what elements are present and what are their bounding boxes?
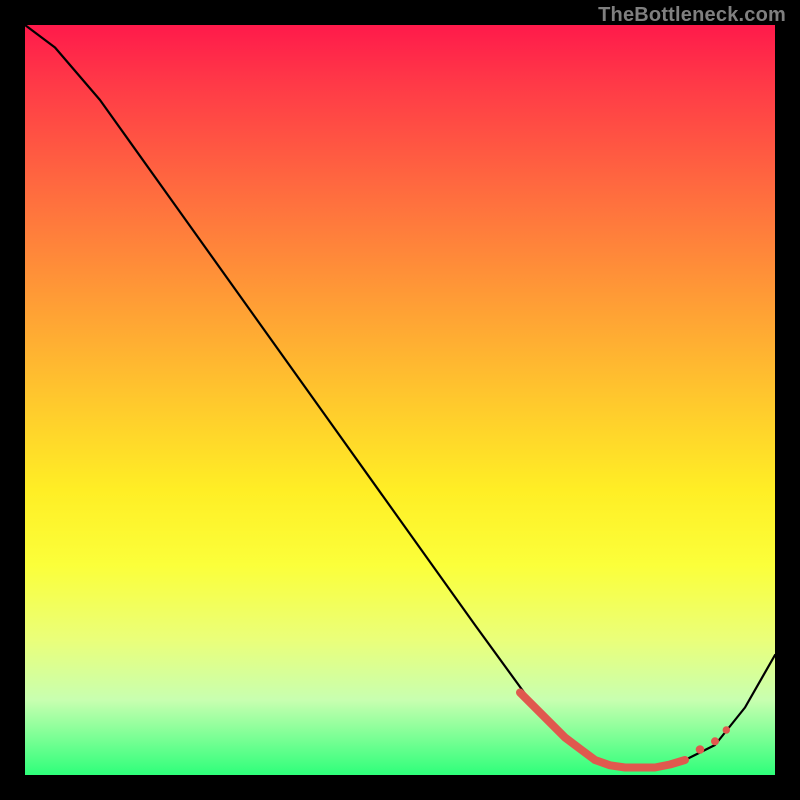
attribution-text: TheBottleneck.com	[598, 4, 786, 27]
main-curve	[25, 25, 775, 768]
chart-frame: TheBottleneck.com	[0, 0, 800, 800]
highlight-stroke	[520, 693, 685, 768]
highlight-dot	[696, 745, 705, 754]
highlight-dots	[696, 726, 730, 754]
highlight-dot	[723, 726, 730, 733]
plot-area	[25, 25, 775, 775]
curve-svg	[25, 25, 775, 775]
highlight-dot	[711, 737, 719, 745]
